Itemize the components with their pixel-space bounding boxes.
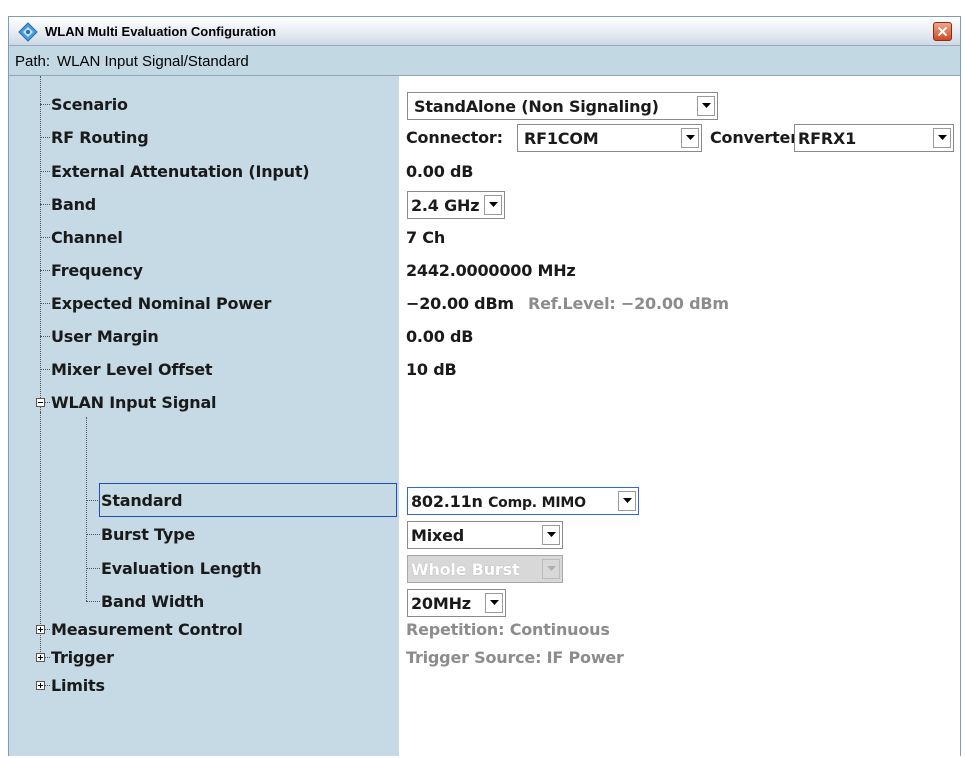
tree-connector <box>40 412 41 656</box>
config-window: WLAN Multi Evaluation Configuration Path… <box>8 16 961 756</box>
tree-item-trigger[interactable]: Trigger <box>51 648 114 667</box>
standard-value: 802.11n Comp. MIMO <box>411 492 586 511</box>
tree-connector <box>86 601 100 602</box>
evaluation-length-dropdown: Whole Burst <box>407 555 563 583</box>
chevron-down-icon[interactable] <box>542 525 560 545</box>
tree-connector <box>40 237 50 238</box>
chevron-down-icon <box>542 559 560 579</box>
tree-connector <box>45 402 50 403</box>
tree-connector <box>86 568 100 569</box>
tree-connector <box>40 104 50 105</box>
tree-connector <box>40 270 50 271</box>
band-width-dropdown[interactable]: 20MHz <box>407 589 506 617</box>
tree-connector <box>40 137 50 138</box>
expand-toggle-icon[interactable] <box>36 653 45 662</box>
tree-item-evaluation-length[interactable]: Evaluation Length <box>101 559 262 578</box>
trigger-source-summary: Trigger Source: IF Power <box>406 648 624 667</box>
mixer-level-offset-value[interactable]: 10 dB <box>406 360 457 379</box>
tree-connector <box>40 303 50 304</box>
tree-connector <box>40 369 50 370</box>
converter-value: RFRX1 <box>798 129 857 148</box>
external-attenuation-value[interactable]: 0.00 dB <box>406 162 473 181</box>
chevron-down-icon[interactable] <box>933 128 951 148</box>
close-icon <box>937 26 948 37</box>
connector-dropdown[interactable]: RF1COM <box>517 124 702 152</box>
tree-item-scenario[interactable]: Scenario <box>51 95 128 114</box>
tree-connector <box>86 534 100 535</box>
values-pane: StandAlone (Non Signaling) Connector: RF… <box>399 76 960 756</box>
tree-pane: Scenario RF Routing External Attenutatio… <box>9 76 399 756</box>
chevron-down-icon[interactable] <box>484 195 502 215</box>
tree-item-band-width[interactable]: Band Width <box>101 592 204 611</box>
converter-dropdown[interactable]: RFRX1 <box>794 124 954 152</box>
close-button[interactable] <box>933 22 952 41</box>
user-margin-value[interactable]: 0.00 dB <box>406 327 473 346</box>
burst-type-dropdown[interactable]: Mixed <box>407 521 563 549</box>
connector-value: RF1COM <box>524 129 599 148</box>
band-width-value: 20MHz <box>411 594 471 613</box>
expand-toggle-icon[interactable] <box>36 681 45 690</box>
tree-connector <box>40 76 41 426</box>
tree-connector <box>45 657 50 658</box>
ref-level-value: Ref.Level: −20.00 dBm <box>528 294 729 313</box>
app-logo-icon <box>18 22 38 42</box>
tree-connector <box>45 629 50 630</box>
tree-item-rf-routing[interactable]: RF Routing <box>51 128 149 147</box>
tree-item-frequency[interactable]: Frequency <box>51 261 143 280</box>
evaluation-length-value: Whole Burst <box>411 560 520 579</box>
tree-item-burst-type[interactable]: Burst Type <box>101 525 195 544</box>
tree-item-standard[interactable]: Standard <box>101 491 183 510</box>
tree-connector <box>40 171 50 172</box>
band-dropdown[interactable]: 2.4 GHz <box>407 191 505 219</box>
tree-connector <box>45 685 50 686</box>
tree-connector <box>86 500 100 501</box>
tree-item-mixer-level-offset[interactable]: Mixer Level Offset <box>51 360 213 379</box>
scenario-dropdown[interactable]: StandAlone (Non Signaling) <box>407 92 718 120</box>
tree-item-external-attenuation[interactable]: External Attenutation (Input) <box>51 162 310 181</box>
frequency-value[interactable]: 2442.0000000 MHz <box>406 261 576 280</box>
window-title: WLAN Multi Evaluation Configuration <box>45 24 277 39</box>
chevron-down-icon[interactable] <box>618 491 636 511</box>
repetition-summary: Repetition: Continuous <box>406 620 610 639</box>
chevron-down-icon[interactable] <box>485 593 503 613</box>
tree-connector <box>40 336 50 337</box>
path-label: Path: <box>15 53 51 70</box>
expected-nominal-power-value[interactable]: −20.00 dBm <box>406 294 514 313</box>
tree-connector <box>40 204 50 205</box>
path-value: WLAN Input Signal/Standard <box>57 53 249 70</box>
chevron-down-icon[interactable] <box>681 128 699 148</box>
title-bar[interactable]: WLAN Multi Evaluation Configuration <box>9 17 960 46</box>
tree-item-expected-nominal-power[interactable]: Expected Nominal Power <box>51 294 271 313</box>
channel-value[interactable]: 7 Ch <box>406 228 445 247</box>
burst-type-value: Mixed <box>411 526 465 545</box>
tree-item-band[interactable]: Band <box>51 195 96 214</box>
connector-label: Connector: <box>406 128 503 147</box>
chevron-down-icon[interactable] <box>697 96 715 116</box>
tree-item-measurement-control[interactable]: Measurement Control <box>51 620 243 639</box>
tree-item-user-margin[interactable]: User Margin <box>51 327 159 346</box>
standard-dropdown[interactable]: 802.11n Comp. MIMO <box>407 487 639 515</box>
expand-toggle-icon[interactable] <box>36 625 45 634</box>
tree-item-channel[interactable]: Channel <box>51 228 123 247</box>
band-value: 2.4 GHz <box>411 196 480 215</box>
tree-item-limits[interactable]: Limits <box>51 676 105 695</box>
converter-label: Converter: <box>710 128 805 147</box>
tree-item-wlan-input-signal[interactable]: WLAN Input Signal <box>51 393 217 412</box>
path-bar: Path: WLAN Input Signal/Standard <box>9 46 960 76</box>
tree-connector <box>86 417 87 601</box>
collapse-toggle-icon[interactable] <box>36 398 45 407</box>
scenario-value: StandAlone (Non Signaling) <box>414 97 659 116</box>
